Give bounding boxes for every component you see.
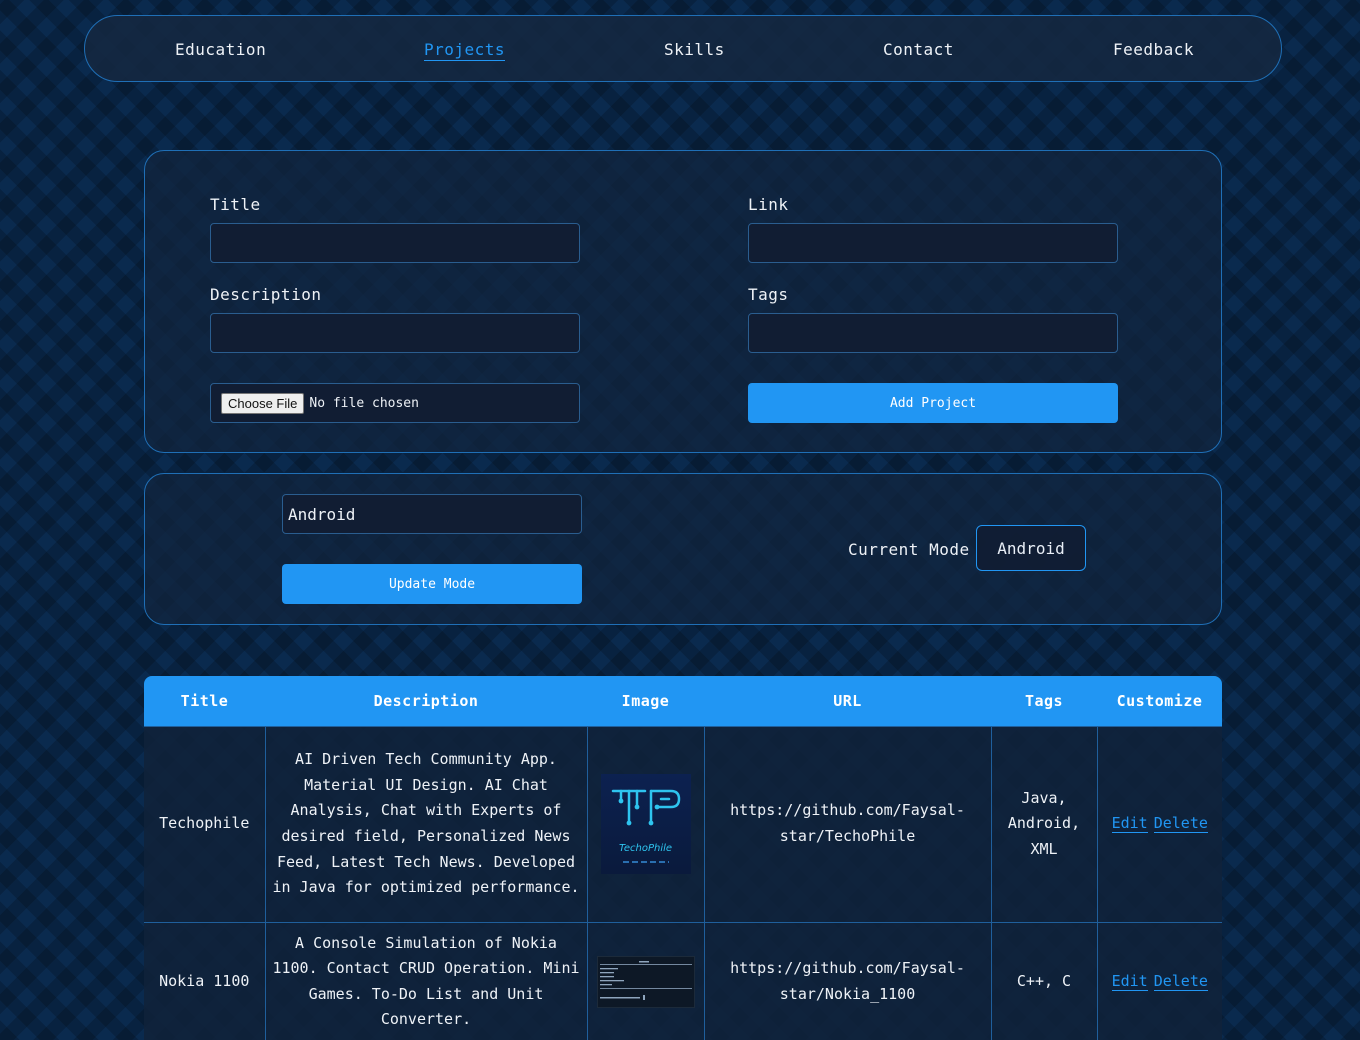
- cell-customize: Edit Delete: [1096, 922, 1222, 1040]
- circuit-logo-icon: [611, 789, 680, 826]
- add-project-button[interactable]: Add Project: [748, 383, 1118, 423]
- add-project-panel: Title Link Description Tags Choose File …: [144, 150, 1222, 453]
- nav-item-skills[interactable]: Skills: [664, 40, 725, 59]
- table-row: Techophile AI Driven Tech Community App.…: [144, 725, 1222, 923]
- tags-input[interactable]: [748, 313, 1118, 353]
- column-header-customize: Customize: [1097, 676, 1222, 726]
- thumbnail-caption: TechoPhile: [618, 843, 673, 854]
- title-label: Title: [210, 195, 261, 214]
- description-input[interactable]: [210, 313, 580, 353]
- column-header-image: Image: [587, 676, 704, 726]
- nav-item-contact[interactable]: Contact: [883, 40, 954, 59]
- edit-link[interactable]: Edit: [1111, 971, 1148, 991]
- projects-table-container: Title Description Image URL Tags Customi…: [144, 676, 1222, 1040]
- top-nav: Education Projects Skills Contact Feedba…: [84, 15, 1282, 82]
- nav-item-projects[interactable]: Projects: [424, 40, 506, 61]
- cell-url: https://github.com/Faysal-star/TechoPhil…: [703, 725, 992, 923]
- cell-tags: Java, Android, XML: [990, 725, 1098, 923]
- cell-description: AI Driven Tech Community App. Material U…: [264, 725, 588, 923]
- current-mode-badge: Android: [976, 525, 1086, 571]
- link-label: Link: [748, 195, 789, 214]
- cell-image: TP TechoPhile: [586, 725, 705, 923]
- cell-customize: Edit Delete: [1096, 725, 1222, 923]
- cell-title: Nokia 1100: [144, 922, 266, 1040]
- image-file-input[interactable]: Choose File No file chosen: [210, 383, 580, 423]
- current-mode-value: Android: [997, 538, 1065, 558]
- mode-input[interactable]: [282, 494, 582, 534]
- link-input[interactable]: [748, 223, 1118, 263]
- choose-file-button[interactable]: Choose File: [221, 392, 305, 414]
- table-header-row: Title Description Image URL Tags Customi…: [144, 676, 1222, 726]
- current-mode-label: Current Mode: [848, 540, 970, 559]
- thumbnail-tagline-bar: [622, 861, 669, 863]
- title-input[interactable]: [210, 223, 580, 263]
- cell-url: https://github.com/Faysal-star/Nokia_110…: [703, 922, 992, 1040]
- cell-description: A Console Simulation of Nokia 1100. Cont…: [264, 922, 588, 1040]
- project-thumbnail: TP TechoPhile: [600, 774, 691, 874]
- console-screen-icon: [599, 960, 692, 1000]
- column-header-tags: Tags: [991, 676, 1097, 726]
- cell-tags: C++, C: [990, 922, 1098, 1040]
- cell-image: [586, 922, 705, 1040]
- mode-panel: Update Mode Current Mode Android: [144, 473, 1222, 625]
- description-label: Description: [210, 285, 322, 304]
- delete-link[interactable]: Delete: [1153, 814, 1208, 834]
- cell-title: Techophile: [144, 725, 266, 923]
- project-thumbnail: [596, 955, 695, 1008]
- tags-label: Tags: [748, 285, 789, 304]
- table-row: Nokia 1100 A Console Simulation of Nokia…: [144, 922, 1222, 1040]
- projects-table: Title Description Image URL Tags Customi…: [144, 676, 1222, 1040]
- nav-item-feedback[interactable]: Feedback: [1113, 40, 1194, 59]
- column-header-url: URL: [704, 676, 991, 726]
- column-header-description: Description: [265, 676, 587, 726]
- edit-link[interactable]: Edit: [1111, 814, 1148, 834]
- file-status-text: No file chosen: [309, 395, 419, 411]
- column-header-title: Title: [144, 676, 265, 726]
- nav-item-education[interactable]: Education: [175, 40, 266, 59]
- update-mode-button[interactable]: Update Mode: [282, 564, 582, 604]
- delete-link[interactable]: Delete: [1153, 971, 1208, 991]
